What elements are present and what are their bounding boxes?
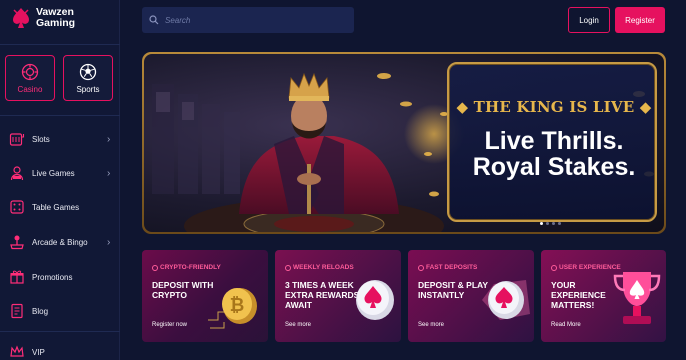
brand-logo[interactable]: Vawzen Gaming (10, 6, 75, 30)
tag-dot-icon (551, 264, 557, 271)
carousel-dots (540, 222, 561, 225)
bitcoin-coin-icon: ₿ (208, 288, 257, 329)
slot-machine-icon (9, 133, 25, 146)
promo-title: DEPOSIT & PLAY INSTANTLY (418, 280, 488, 300)
sidebar: Vawzen Gaming Casino Sports Slots › Live… (0, 0, 120, 360)
hero-tagline: ◆ THE KING IS LIVE ◆ (456, 98, 652, 116)
sidebar-item-label: Promotions (32, 272, 73, 282)
sidebar-item-slots[interactable]: Slots › (0, 125, 120, 153)
promo-card-crypto[interactable]: CRYPTO-FRIENDLY DEPOSIT WITH CRYPTO Regi… (142, 250, 268, 342)
hero-tagline-text: THE KING IS LIVE (473, 98, 635, 116)
chevron-right-icon: › (107, 236, 111, 248)
carousel-dot[interactable] (546, 222, 549, 225)
joystick-icon (10, 235, 24, 250)
soccer-ball-icon (79, 63, 97, 80)
search-bar[interactable] (142, 7, 354, 33)
trophy-icon (613, 272, 661, 324)
category-casino-button[interactable]: Casino (5, 55, 55, 101)
hero-headline-line2: Royal Stakes. (472, 153, 636, 181)
carousel-dot[interactable] (558, 222, 561, 225)
login-button[interactable]: Login (568, 7, 610, 33)
dice-icon (10, 200, 24, 214)
gift-icon (10, 270, 24, 284)
hero-banner[interactable]: ◆ THE KING IS LIVE ◆ Live Thrills. Royal… (142, 52, 666, 234)
sidebar-item-label: Arcade & Bingo (32, 237, 88, 247)
sidebar-item-blog[interactable]: Blog (0, 297, 120, 325)
promo-card-user-experience[interactable]: USER EXPERIENCE YOUR EXPERIENCE MATTERS!… (541, 250, 666, 342)
carousel-dot[interactable] (540, 222, 543, 225)
category-sports-label: Sports (76, 84, 100, 94)
document-icon (11, 303, 23, 319)
divider (0, 44, 120, 45)
sidebar-item-label: Live Games (32, 168, 75, 178)
search-input[interactable] (165, 15, 345, 25)
promo-tag: FAST DEPOSITS (418, 264, 477, 271)
sidebar-item-table-games[interactable]: Table Games (0, 193, 120, 221)
live-dealer-icon (10, 166, 24, 181)
promo-link[interactable]: See more (285, 322, 311, 328)
category-sports-button[interactable]: Sports (63, 55, 113, 101)
spade-coin-icon (482, 280, 530, 320)
sidebar-item-live-games[interactable]: Live Games › (0, 159, 120, 187)
promo-link[interactable]: Read More (551, 322, 581, 328)
divider (0, 331, 120, 332)
chevron-right-icon: › (107, 133, 111, 145)
promo-link[interactable]: Register now (152, 322, 187, 328)
sidebar-item-promotions[interactable]: Promotions (0, 263, 120, 291)
sidebar-item-label: Blog (32, 306, 49, 316)
sidebar-item-label: Table Games (32, 202, 80, 212)
category-casino-label: Casino (17, 84, 43, 94)
svg-text:₿: ₿ (230, 295, 245, 315)
tag-dot-icon (152, 264, 158, 271)
tag-dot-icon (418, 264, 424, 271)
spade-coin-icon (356, 280, 394, 320)
brand-name-line2: Gaming (36, 17, 76, 29)
diamond-ornament-icon: ◆ (456, 98, 469, 116)
promo-tag: WEEKLY RELOADS (285, 264, 354, 271)
casino-chip-icon (21, 63, 39, 80)
sidebar-item-arcade-bingo[interactable]: Arcade & Bingo › (0, 228, 120, 256)
tag-dot-icon (285, 264, 291, 271)
promo-title: YOUR EXPERIENCE MATTERS! (551, 280, 606, 310)
crown-icon (10, 345, 24, 357)
sidebar-item-label: Slots (32, 134, 50, 144)
search-icon (149, 15, 159, 25)
carousel-dot[interactable] (552, 222, 555, 225)
logo-icon (13, 8, 29, 28)
hero-headline: Live Thrills. Royal Stakes. (456, 128, 652, 180)
chevron-right-icon: › (107, 167, 111, 179)
divider (0, 115, 120, 116)
sidebar-item-label: VIP (32, 347, 45, 357)
promo-card-fast-deposits[interactable]: FAST DEPOSITS DEPOSIT & PLAY INSTANTLY S… (408, 250, 534, 342)
sidebar-item-vip[interactable]: VIP (0, 338, 120, 360)
hero-headline-line1: Live Thrills. (484, 127, 624, 155)
promo-card-weekly-reloads[interactable]: WEEKLY RELOADS 3 TIMES A WEEK EXTRA REWA… (275, 250, 401, 342)
diamond-ornament-icon: ◆ (639, 98, 652, 116)
promo-link[interactable]: See more (418, 322, 444, 328)
register-button[interactable]: Register (615, 7, 665, 33)
